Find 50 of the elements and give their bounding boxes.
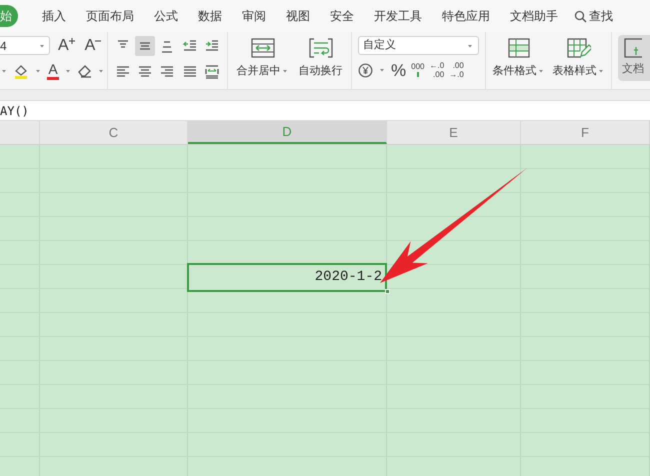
decrease-decimal-button[interactable]: .00 →.0: [449, 61, 464, 79]
caret-icon[interactable]: [64, 67, 72, 75]
comma-icon: [416, 72, 419, 77]
document-assistant-button[interactable]: 文档: [618, 35, 650, 81]
merge-icon: [250, 38, 274, 58]
menu-tab[interactable]: 开发工具: [364, 5, 432, 27]
currency-icon[interactable]: [358, 62, 373, 78]
merge-center-button[interactable]: 合并居中: [234, 38, 290, 80]
table-icon: [566, 38, 590, 58]
wrap-text-button[interactable]: 自动换行: [296, 38, 344, 80]
formula-text: AY(): [0, 102, 29, 120]
font-size-field[interactable]: 4: [0, 36, 50, 55]
increase-decimal-button[interactable]: ←.0 .00: [429, 61, 444, 79]
thousands-button[interactable]: 000: [411, 63, 424, 77]
menu-tab[interactable]: 插入: [32, 5, 76, 27]
align-middle-button[interactable]: [135, 36, 156, 56]
font-color-button[interactable]: A: [47, 62, 59, 80]
column-header[interactable]: F: [521, 121, 650, 144]
plus-icon: [68, 38, 75, 44]
conditional-icon: [508, 38, 530, 58]
caret-icon[interactable]: [97, 67, 105, 75]
minus-icon: [95, 38, 102, 44]
table-style-button[interactable]: 表格样式: [550, 38, 606, 80]
fill-color-icon[interactable]: [13, 63, 29, 79]
number-format-field[interactable]: 自定义: [358, 36, 479, 55]
column-header[interactable]: E: [387, 121, 521, 144]
search-icon: [574, 10, 587, 22]
search-button[interactable]: 查找: [568, 5, 619, 27]
menu-tab[interactable]: 公式: [144, 5, 188, 27]
menu-tab[interactable]: 安全: [320, 5, 364, 27]
caret-icon[interactable]: [0, 67, 8, 75]
menu-tab[interactable]: 页面布局: [76, 5, 144, 27]
menu-tab[interactable]: 特色应用: [432, 5, 500, 27]
align-distributed-icon: [204, 64, 220, 80]
menu-tab[interactable]: 数据: [188, 5, 232, 27]
menu-tab[interactable]: 视图: [276, 5, 320, 27]
color-underline-icon: [47, 77, 59, 80]
menu-tab[interactable]: 审阅: [232, 5, 276, 27]
active-cell[interactable]: 2020-1-2: [187, 263, 387, 292]
conditional-format-button[interactable]: 条件格式: [490, 38, 546, 80]
caret-icon[interactable]: [34, 67, 42, 75]
fill-handle[interactable]: [385, 289, 390, 294]
shrink-font-button[interactable]: A: [82, 38, 104, 54]
caret-icon[interactable]: [378, 66, 386, 74]
eraser-icon[interactable]: [77, 64, 92, 78]
document-icon: [622, 38, 642, 58]
percent-button[interactable]: %: [391, 62, 406, 78]
wrap-icon: [308, 38, 332, 58]
menu-tab[interactable]: 文档助手: [500, 5, 568, 27]
grow-font-button[interactable]: A: [56, 38, 77, 54]
